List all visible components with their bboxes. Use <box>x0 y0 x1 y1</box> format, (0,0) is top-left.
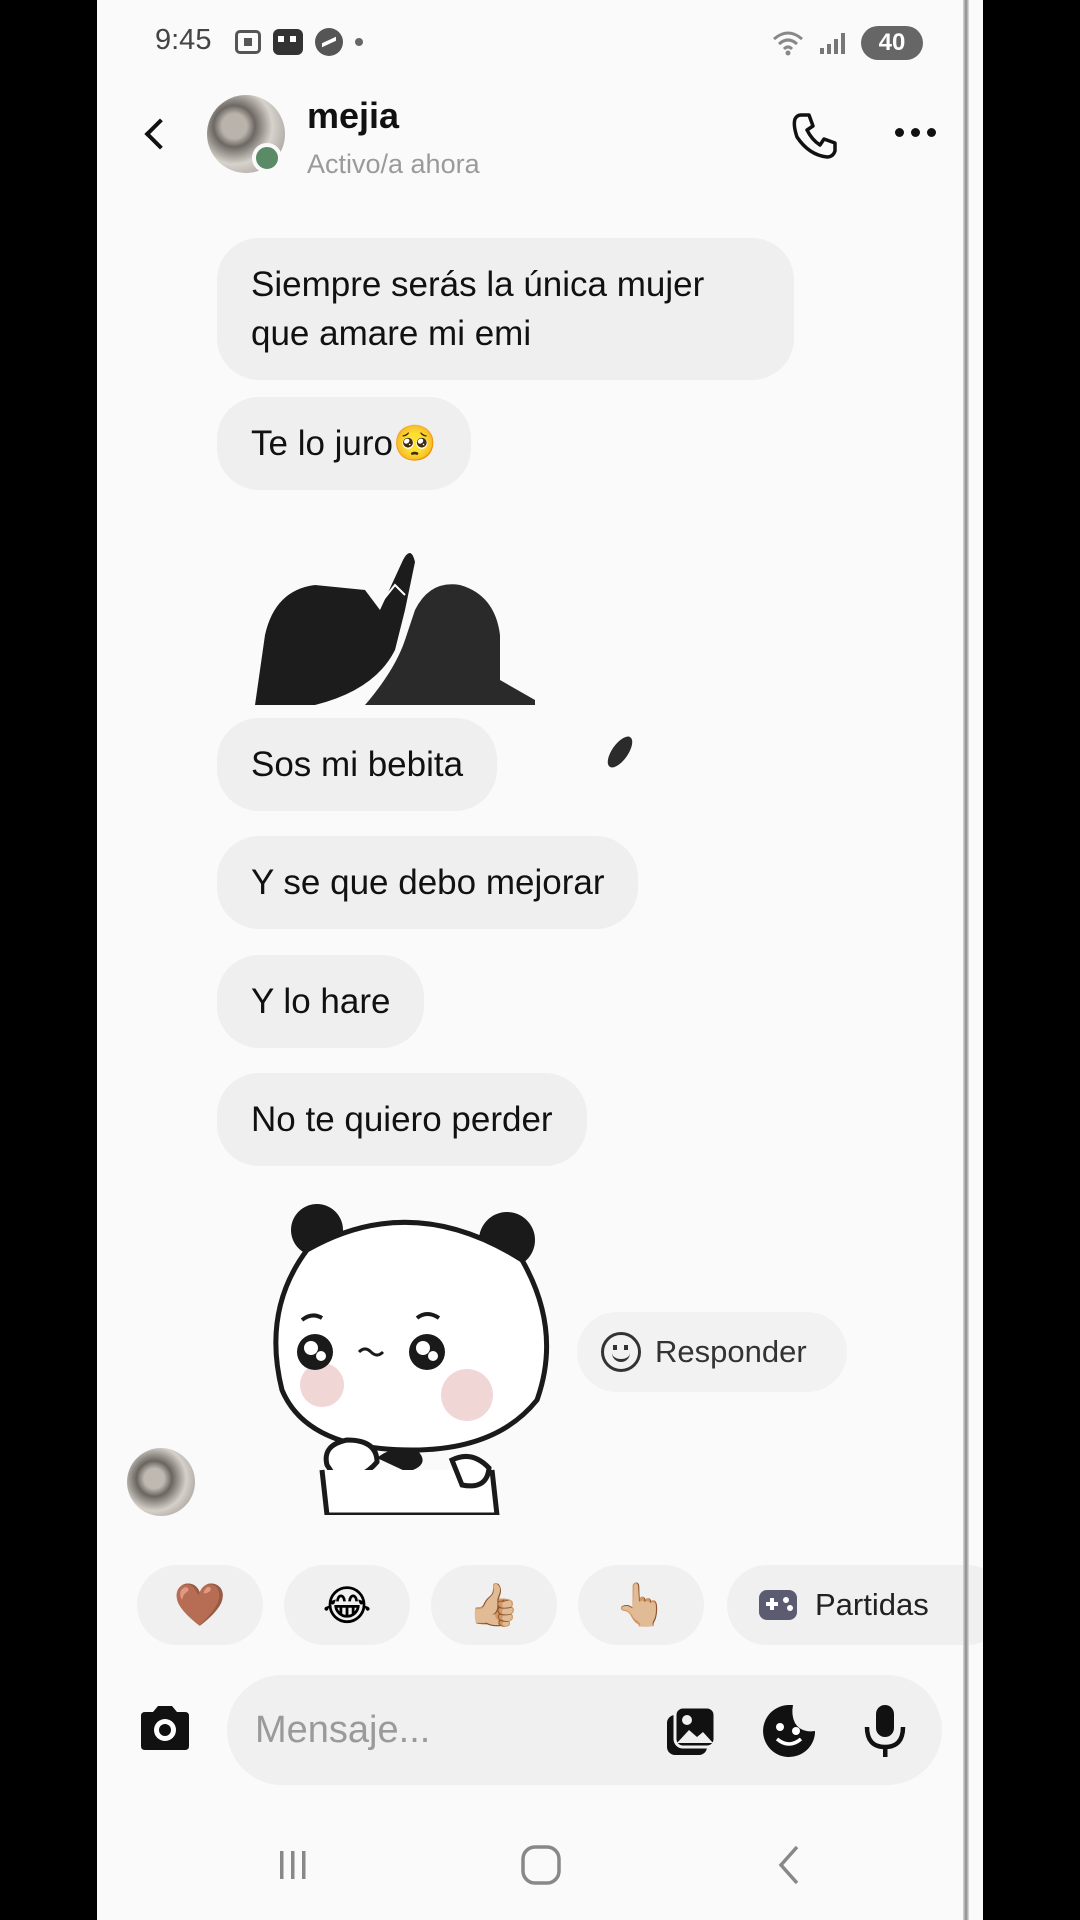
status-bar: 9:45 40 <box>97 22 983 62</box>
message-bubble[interactable]: Siempre serás la única mujer que amare m… <box>217 238 794 380</box>
message-composer <box>97 1675 983 1785</box>
microphone-button[interactable] <box>857 1703 913 1759</box>
smiley-icon <box>601 1332 641 1372</box>
message-bubble[interactable]: No te quiero perder <box>217 1073 587 1166</box>
screen-edge-divider <box>963 0 969 1920</box>
chat-screen: 9:45 40 mejia Activo/a ahora Siempre ser… <box>97 0 983 1920</box>
contact-status: Activo/a ahora <box>307 149 480 179</box>
camera-button[interactable] <box>137 1702 193 1754</box>
quick-reactions-bar: 🤎 😂 👍🏼 👆🏼 Partidas <box>97 1565 983 1645</box>
message-bubble[interactable]: Y se que debo mejorar <box>217 836 639 929</box>
wifi-icon <box>773 31 803 56</box>
sad-panda-sticker[interactable] <box>267 1200 557 1515</box>
notification-icons <box>235 28 363 56</box>
chat-header: mejia Activo/a ahora <box>97 95 983 185</box>
contact-name[interactable]: mejia <box>307 95 399 137</box>
reply-button[interactable]: Responder <box>577 1312 847 1392</box>
back-nav-button[interactable] <box>749 1835 829 1895</box>
chevron-left-icon <box>144 118 176 150</box>
more-notifications-dot-icon <box>355 38 363 46</box>
quick-reaction-point-up[interactable]: 👆🏼 <box>578 1565 704 1645</box>
message-input[interactable] <box>255 1705 635 1755</box>
contact-avatar-small[interactable] <box>127 1448 195 1516</box>
system-navigation-bar <box>97 1835 983 1895</box>
stray-mark <box>607 736 633 768</box>
battery-indicator: 40 <box>861 26 923 60</box>
screenshot-icon <box>235 30 261 54</box>
status-time: 9:45 <box>155 24 212 56</box>
message-bubble[interactable]: Y lo hare <box>217 955 425 1048</box>
quick-reaction-thumbs-up[interactable]: 👍🏼 <box>431 1565 557 1645</box>
games-button[interactable]: Partidas <box>727 1565 983 1645</box>
messenger-icon <box>315 28 343 56</box>
phone-call-button[interactable] <box>787 107 843 163</box>
recent-apps-button[interactable] <box>253 1835 333 1895</box>
app-notification-icon <box>273 29 303 55</box>
pinky-promise-sticker[interactable] <box>255 540 535 705</box>
more-options-button[interactable] <box>887 117 943 147</box>
message-bubble[interactable]: Te lo juro🥺 <box>217 397 471 490</box>
online-status-dot <box>252 143 282 173</box>
reply-button-label: Responder <box>655 1334 807 1369</box>
message-bubble[interactable]: Sos mi bebita <box>217 718 498 811</box>
home-button[interactable] <box>501 1835 581 1895</box>
system-icons: 40 <box>772 26 923 60</box>
signal-icon <box>820 32 845 54</box>
quick-reaction-laugh[interactable]: 😂 <box>284 1565 410 1645</box>
gamepad-icon <box>759 1590 797 1620</box>
sticker-button[interactable] <box>761 1703 817 1759</box>
quick-reaction-heart[interactable]: 🤎 <box>137 1565 263 1645</box>
back-button[interactable] <box>133 111 179 157</box>
gallery-button[interactable] <box>663 1703 719 1759</box>
games-button-label: Partidas <box>815 1587 929 1622</box>
